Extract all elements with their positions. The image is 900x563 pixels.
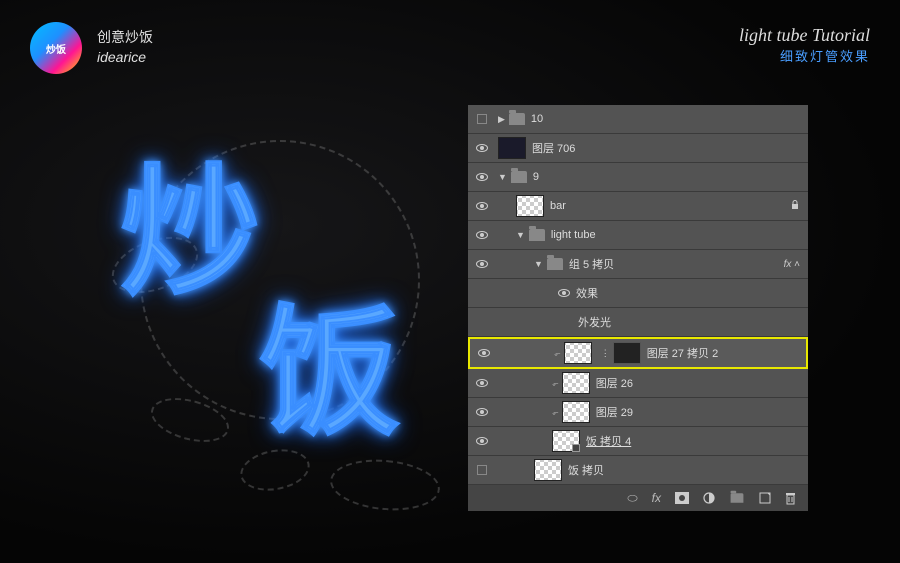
layer-name[interactable]: bar [550, 200, 566, 212]
neon-char-1: 炒 [120, 120, 260, 322]
eye-icon [476, 173, 488, 181]
layer-row-folder-9[interactable]: ▼ 9 [468, 163, 808, 192]
visibility-toggle[interactable] [472, 408, 492, 416]
layer-row-effects[interactable]: 效果 [468, 279, 808, 308]
layer-row-706[interactable]: 图层 706 [468, 134, 808, 163]
layer-name[interactable]: 10 [531, 113, 543, 125]
layer-row-27-copy2-selected[interactable]: ⬐ ⋮ 图层 27 拷贝 2 [468, 337, 808, 369]
visibility-toggle[interactable] [474, 349, 494, 357]
selection-marquee [328, 455, 442, 514]
layer-row-folder-10[interactable]: ▶ 10 [468, 105, 808, 134]
effects-label[interactable]: 效果 [576, 285, 598, 301]
fx-indicator[interactable]: fx ˄ [784, 259, 800, 270]
layer-row-26[interactable]: ⬐ 图层 26 [468, 369, 808, 398]
eye-icon [476, 144, 488, 152]
chevron-down-icon[interactable]: ▼ [516, 230, 525, 240]
layer-thumbnail[interactable] [516, 195, 544, 217]
adjustment-icon[interactable] [703, 492, 715, 504]
folder-icon [511, 171, 527, 183]
brand-text: 创意炒饭 idearice [97, 28, 153, 67]
layer-row-fan-copy4[interactable]: 饭 拷贝 4 [468, 427, 808, 456]
visibility-toggle[interactable] [472, 173, 492, 181]
link-layers-icon[interactable]: ⬭ [627, 491, 637, 506]
layer-name[interactable]: 图层 26 [596, 375, 633, 391]
layer-thumbnail[interactable] [562, 372, 590, 394]
brand-cn: 创意炒饭 [97, 28, 153, 48]
visibility-toggle[interactable] [472, 144, 492, 152]
visibility-toggle[interactable] [472, 202, 492, 210]
tutorial-title: light tube Tutorial [739, 25, 870, 46]
visibility-toggle[interactable] [472, 437, 492, 445]
eye-icon [476, 202, 488, 210]
eye-icon [476, 231, 488, 239]
neon-char-2: 饭 [260, 260, 400, 462]
group-icon[interactable] [729, 492, 745, 504]
link-mask-icon[interactable]: ⋮ [601, 348, 610, 359]
folder-icon [547, 258, 563, 270]
layer-row-folder-group5[interactable]: ▼ 组 5 拷贝 fx ˄ [468, 250, 808, 279]
layer-thumbnail[interactable] [498, 137, 526, 159]
eye-icon [476, 260, 488, 268]
layer-name[interactable]: 9 [533, 171, 539, 183]
chevron-right-icon[interactable]: ▶ [498, 114, 505, 125]
layer-row-bar[interactable]: bar [468, 192, 808, 221]
eye-icon [476, 408, 488, 416]
tutorial-subtitle: 细致灯管效果 [739, 46, 870, 65]
mask-thumbnail[interactable] [613, 342, 641, 364]
new-layer-icon[interactable] [759, 492, 771, 504]
layer-thumbnail[interactable] [552, 430, 580, 452]
layer-row-29[interactable]: ⬐ 图层 29 [468, 398, 808, 427]
layer-name[interactable]: light tube [551, 229, 596, 241]
effect-item[interactable]: 外发光 [578, 314, 611, 330]
layer-name[interactable]: 饭 拷贝 [568, 462, 604, 478]
visibility-toggle[interactable] [472, 465, 492, 475]
folder-icon [529, 229, 545, 241]
layer-thumbnail[interactable] [562, 401, 590, 423]
fx-icon[interactable]: fx [652, 491, 661, 505]
neon-canvas: 炒 饭 [60, 100, 460, 500]
visibility-toggle[interactable] [472, 379, 492, 387]
eye-icon [478, 349, 490, 357]
clip-indicator: ⬐ [552, 408, 559, 417]
chevron-down-icon[interactable]: ▼ [534, 259, 543, 269]
layer-row-fan-copy[interactable]: 饭 拷贝 [468, 456, 808, 485]
layer-row-folder-lighttube[interactable]: ▼ light tube [468, 221, 808, 250]
layer-row-outer-glow[interactable]: 外发光 [468, 308, 808, 337]
layer-thumbnail[interactable] [534, 459, 562, 481]
brand-logo: 炒饭 [30, 22, 82, 74]
layers-panel[interactable]: ▶ 10 图层 706 ▼ 9 bar [468, 105, 808, 511]
layer-name[interactable]: 图层 706 [532, 140, 575, 156]
lock-icon[interactable] [790, 200, 800, 213]
mask-icon[interactable] [675, 492, 689, 504]
visibility-toggle[interactable] [472, 114, 492, 124]
layer-name[interactable]: 图层 29 [596, 404, 633, 420]
eye-icon [476, 437, 488, 445]
layer-name[interactable]: 饭 拷贝 4 [586, 433, 631, 449]
eye-icon[interactable] [558, 289, 570, 297]
visibility-toggle[interactable] [472, 260, 492, 268]
clip-indicator: ⬐ [554, 349, 561, 358]
folder-icon [509, 113, 525, 125]
layer-name[interactable]: 组 5 拷贝 [569, 256, 614, 272]
trash-icon[interactable] [785, 492, 796, 505]
layers-panel-footer: ⬭ fx [468, 485, 808, 511]
brand-en: idearice [97, 48, 153, 68]
eye-icon [476, 379, 488, 387]
visibility-toggle[interactable] [472, 231, 492, 239]
layer-name[interactable]: 图层 27 拷贝 2 [647, 345, 719, 361]
layer-thumbnail[interactable] [564, 342, 592, 364]
clip-indicator: ⬐ [552, 379, 559, 388]
chevron-down-icon[interactable]: ▼ [498, 172, 507, 182]
smart-object-icon [572, 444, 580, 452]
